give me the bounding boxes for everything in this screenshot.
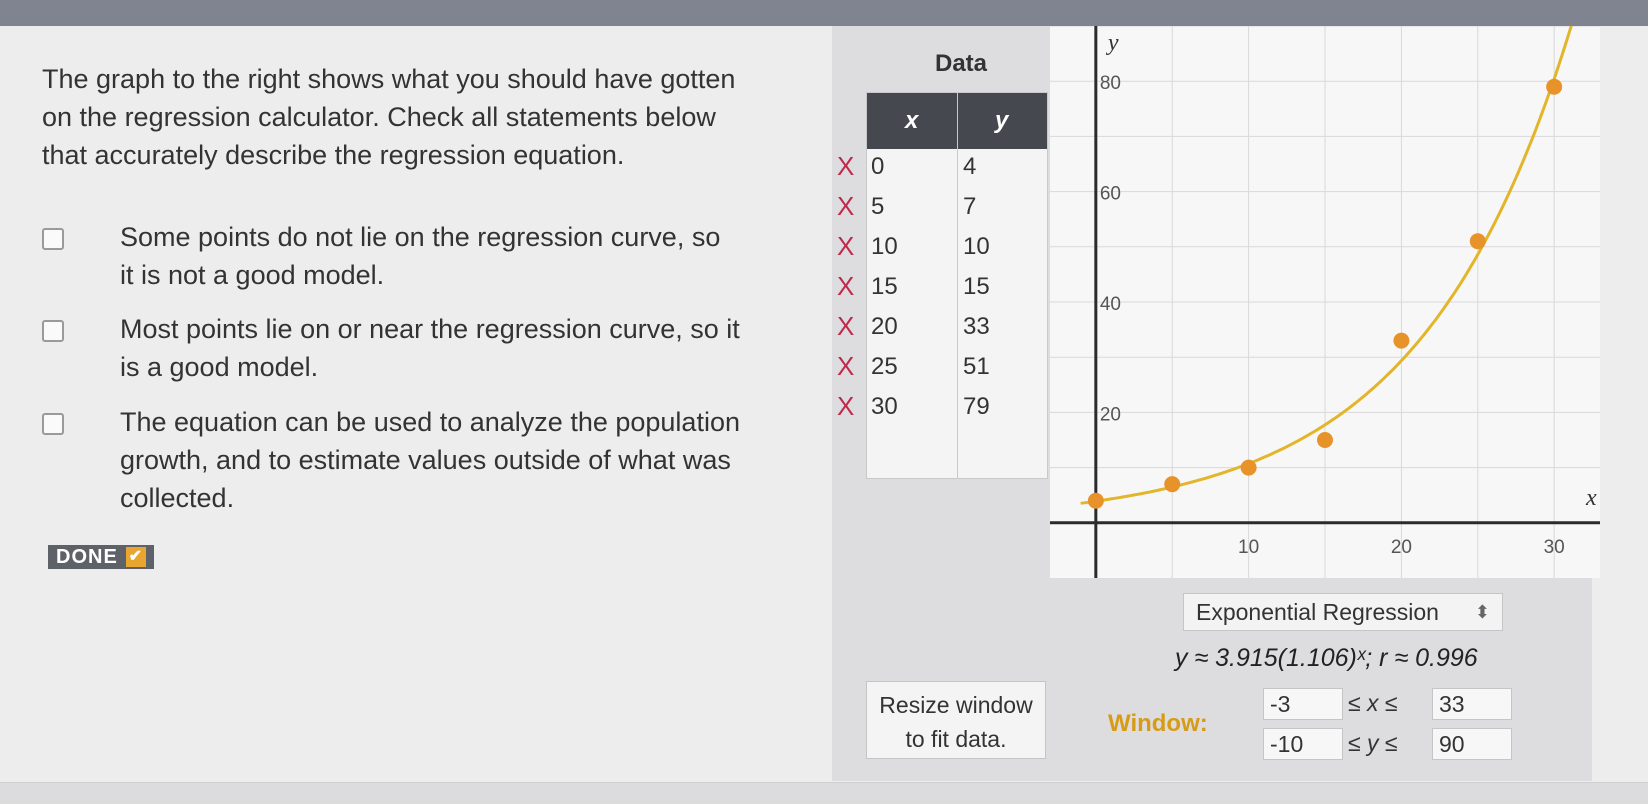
cell-y[interactable]: 15 (963, 273, 990, 301)
remove-point-icon[interactable]: X (837, 351, 854, 382)
regression-equation: y ≈ 3.915(1.106)ˣ; r ≈ 0.996 (1175, 644, 1478, 672)
cell-x[interactable]: 15 (871, 273, 898, 301)
cell-y[interactable]: 4 (963, 153, 976, 181)
checkbox[interactable] (42, 228, 64, 250)
ymin-input[interactable]: -10 (1263, 728, 1343, 760)
cell-y[interactable]: 7 (963, 193, 976, 221)
y-tick-label: 60 (1100, 184, 1121, 205)
y-range-relation: ≤ y ≤ (1348, 730, 1398, 756)
regression-type-select[interactable]: Exponential Regression ⬍ (1183, 593, 1503, 631)
remove-point-icon[interactable]: X (837, 271, 854, 302)
cell-x[interactable]: 5 (871, 193, 884, 221)
data-point (1469, 233, 1486, 250)
option-label: Some points do not lie on the regression… (120, 222, 721, 290)
regression-curve (1080, 26, 1573, 505)
cell-y[interactable]: 33 (963, 313, 990, 341)
data-table: x y X 0 4 X 5 7 X 10 10 X 15 15 X 20 33 X 25 51 X 30 79 (837, 92, 1048, 479)
remove-point-icon[interactable]: X (837, 151, 854, 182)
x-tick-label: 10 (1238, 537, 1259, 558)
y-tick-label: 40 (1100, 294, 1121, 315)
table-row: X 25 51 (837, 351, 1047, 391)
y-axis-label: y (1106, 30, 1119, 56)
xmax-input[interactable]: 33 (1432, 688, 1512, 720)
col-header-x: x (905, 107, 919, 134)
x-tick-label: 20 (1391, 537, 1412, 558)
data-point (1393, 332, 1410, 349)
data-point (1546, 78, 1563, 95)
cell-y[interactable]: 79 (963, 393, 990, 421)
done-label: DONE (56, 546, 118, 568)
updown-arrow-icon: ⬍ (1474, 602, 1490, 622)
data-title: Data (935, 50, 988, 77)
done-button[interactable]: DONE ✔ (48, 545, 154, 569)
cell-y[interactable]: 10 (963, 233, 990, 261)
footer-bar (0, 782, 1648, 804)
data-point (1087, 492, 1104, 509)
x-tick-label: 30 (1544, 537, 1565, 558)
resize-window-button[interactable]: Resize window to fit data. (866, 681, 1046, 759)
regression-graph[interactable]: y x 20 40 60 80 10 20 30 (1050, 26, 1600, 578)
cell-x[interactable]: 25 (871, 353, 898, 381)
data-point (1240, 459, 1257, 476)
data-point (1317, 432, 1333, 448)
y-tick-label: 20 (1100, 404, 1121, 425)
remove-point-icon[interactable]: X (837, 231, 854, 262)
cell-x[interactable]: 0 (871, 153, 884, 181)
x-range-relation: ≤ x ≤ (1348, 690, 1398, 716)
col-header-y: y (995, 107, 1009, 134)
cell-y[interactable]: 51 (963, 353, 990, 381)
checkbox[interactable] (42, 413, 64, 435)
remove-point-icon[interactable]: X (837, 191, 854, 222)
option-label: Most points lie on or near the regressio… (120, 314, 740, 382)
table-row: X5 7 (837, 191, 1047, 231)
y-tick-label: 80 (1100, 73, 1121, 94)
cell-x[interactable]: 10 (871, 233, 898, 261)
question-prompt: The graph to the right shows what you sh… (42, 64, 736, 170)
checkmark-icon: ✔ (125, 547, 146, 567)
checkbox[interactable] (42, 320, 64, 342)
cell-x[interactable]: 20 (871, 313, 898, 341)
ymax-input[interactable]: 90 (1432, 728, 1512, 760)
table-row: X 30 79 (837, 391, 1047, 431)
table-row: X0 4 (837, 151, 1047, 191)
remove-point-icon[interactable]: X (837, 391, 854, 422)
table-row: X 10 10 (837, 231, 1047, 271)
top-bar (0, 0, 1648, 26)
xmin-input[interactable]: -3 (1263, 688, 1343, 720)
cell-x[interactable]: 30 (871, 393, 898, 421)
x-axis-label: x (1585, 485, 1597, 511)
remove-point-icon[interactable]: X (837, 311, 854, 342)
data-point (1164, 476, 1181, 493)
regression-type-label: Exponential Regression (1196, 599, 1439, 625)
table-row: X 20 33 (837, 311, 1047, 351)
window-label: Window: (1108, 710, 1208, 737)
option-label: The equation can be used to analyze the … (120, 407, 740, 513)
table-row: X 15 15 (837, 271, 1047, 311)
